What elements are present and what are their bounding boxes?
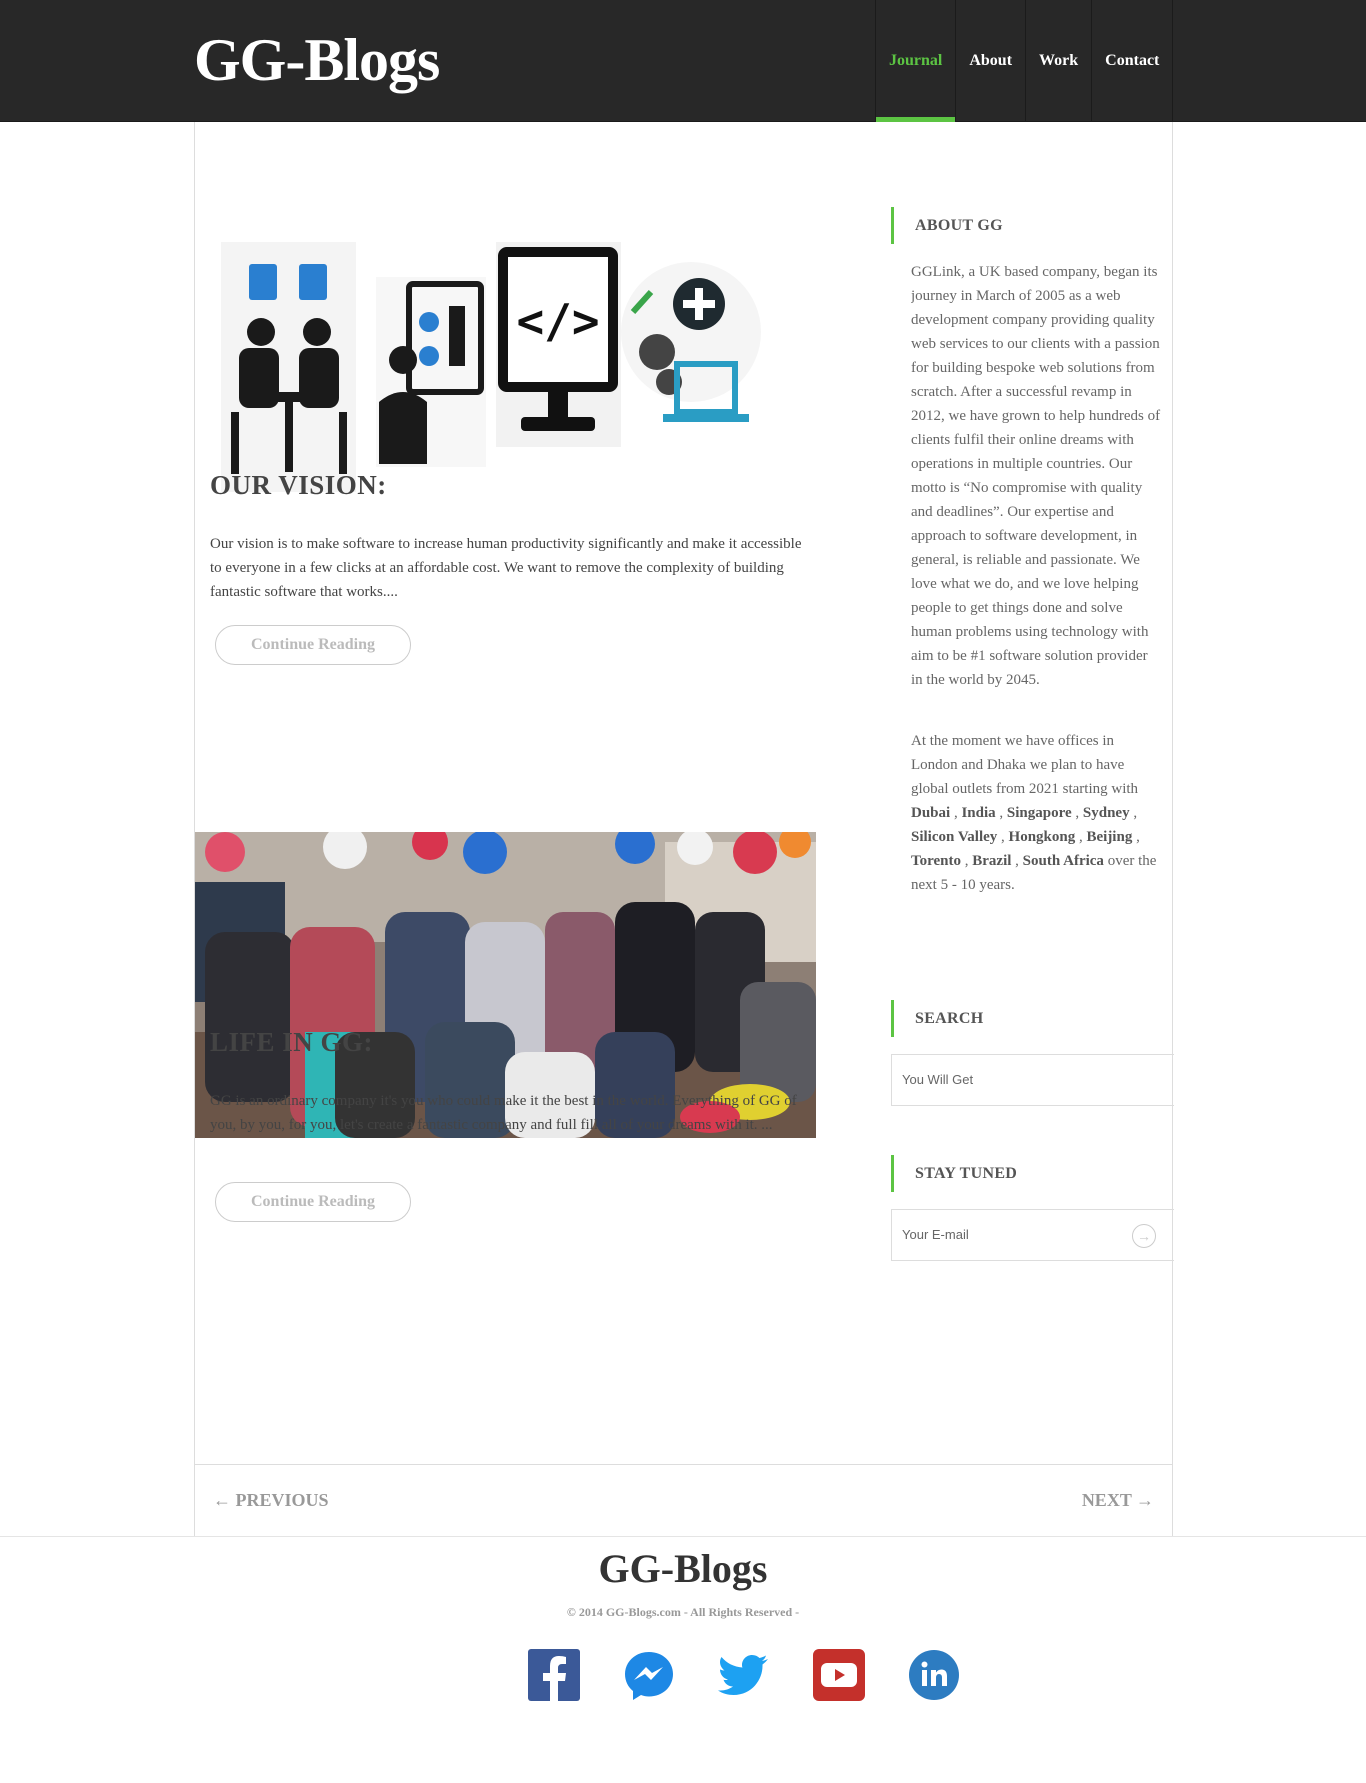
city: India xyxy=(961,805,996,821)
offices-line: global outlets from 2021 starting with xyxy=(911,781,1139,797)
email-placeholder: Your E-mail xyxy=(902,1227,969,1242)
about-line: general, is reliable and passionate. We xyxy=(911,552,1140,568)
vision-illustration: </> xyxy=(221,242,761,492)
city: Beijing xyxy=(1086,829,1133,845)
about-line: approach to software development, in xyxy=(911,528,1138,544)
about-line: scratch. After a successful revamp in xyxy=(911,384,1132,400)
about-line: web services to our clients with a passi… xyxy=(911,336,1160,352)
about-line: people to get things done and solve xyxy=(911,600,1123,616)
offices-outro: over the xyxy=(1107,853,1157,869)
nav-about[interactable]: About xyxy=(956,0,1027,122)
post-title[interactable]: OUR VISION: xyxy=(210,470,387,501)
offices-line: London and Dhaka we plan to have xyxy=(911,757,1125,773)
city: South Africa xyxy=(1022,853,1104,869)
about-line: love what we do, and we love helping xyxy=(911,576,1139,592)
twitter-icon[interactable] xyxy=(718,1649,770,1701)
svg-text:</>: </> xyxy=(516,294,599,348)
about-line: operations in multiple countries. Our xyxy=(911,456,1133,472)
about-line: clients fulfil their online dreams with xyxy=(911,432,1134,448)
search-input[interactable]: You Will Get xyxy=(891,1054,1174,1106)
main-content: </> OUR VISION: Our vision is to make so… xyxy=(194,122,1174,1464)
copyright: © 2014 GG-Blogs.com - All Rights Reserve… xyxy=(566,1605,800,1619)
city: Hongkong xyxy=(1008,829,1076,845)
previous-link[interactable]: ← PREVIOUS xyxy=(213,1490,329,1511)
facebook-icon[interactable] xyxy=(528,1649,580,1701)
nav-work[interactable]: Work xyxy=(1026,0,1093,122)
gears-laptop-icon xyxy=(621,262,761,422)
offices-text: At the moment we have offices in London … xyxy=(911,729,1174,897)
main-nav: Journal About Work Contact xyxy=(875,0,1366,122)
presenter-icon xyxy=(376,277,486,467)
offices-line: next 5 - 10 years. xyxy=(911,877,1015,893)
about-line: for building bespoke web solutions from xyxy=(911,360,1155,376)
about-line: aim to be #1 software solution provider xyxy=(911,648,1148,664)
about-line: in the world by 2045. xyxy=(911,672,1040,688)
continue-reading-button[interactable]: Continue Reading xyxy=(215,625,411,665)
linkedin-icon[interactable] xyxy=(908,1649,960,1701)
about-text: GGLink, a UK based company, began its jo… xyxy=(911,260,1174,692)
next-link[interactable]: NEXT → xyxy=(1082,1490,1154,1511)
about-line: human problems using technology with xyxy=(911,624,1149,640)
about-heading: ABOUT GG xyxy=(891,207,1091,244)
city: Silicon Valley xyxy=(911,829,998,845)
post-excerpt: Our vision is to make software to increa… xyxy=(210,536,802,600)
meeting-icon xyxy=(221,242,356,492)
arrow-right-icon[interactable]: → xyxy=(1132,1224,1156,1248)
post-excerpt: GG is an ordinary company it's you who c… xyxy=(210,1093,797,1133)
offices-line: At the moment we have offices in xyxy=(911,733,1114,749)
about-line: journey in March of 2005 as a web xyxy=(911,288,1121,304)
continue-reading-button[interactable]: Continue Reading xyxy=(215,1182,411,1222)
newsletter-heading: STAY TUNED xyxy=(891,1155,1091,1192)
city: Torento xyxy=(911,853,962,869)
about-line: GGLink, a UK based company, began its xyxy=(911,264,1158,280)
post-title[interactable]: LIFE IN GG: xyxy=(210,1027,373,1058)
city: Singapore xyxy=(1006,805,1072,821)
city: Dubai xyxy=(911,805,951,821)
search-heading: SEARCH xyxy=(891,1000,1091,1037)
footer-logo[interactable]: GG-Blogs xyxy=(0,1545,1366,1592)
offices-line: Silicon Valley , Hongkong , Beijing , xyxy=(911,829,1140,845)
about-line: and deadlines”. Our expertise and xyxy=(911,504,1114,520)
about-line: motto is “No compromise with quality xyxy=(911,480,1143,496)
offices-line: Torento , Brazil , South Africa over the xyxy=(911,853,1157,869)
city: Sydney xyxy=(1082,805,1130,821)
city: Brazil xyxy=(972,853,1012,869)
about-line: 2012, we have grown to help hundreds of xyxy=(911,408,1161,424)
nav-journal[interactable]: Journal xyxy=(876,0,957,122)
offices-line: Dubai , India , Singapore , Sydney , xyxy=(911,805,1138,821)
social-links xyxy=(528,1649,960,1701)
site-logo[interactable]: GG-Blogs xyxy=(194,22,440,98)
about-line: development company providing quality xyxy=(911,312,1155,328)
messenger-icon[interactable] xyxy=(623,1649,675,1701)
youtube-icon[interactable] xyxy=(813,1649,865,1701)
footer-divider xyxy=(0,1536,1366,1537)
code-monitor-icon: </> xyxy=(496,242,621,447)
email-field[interactable]: Your E-mail → xyxy=(891,1209,1174,1261)
site-header: GG-Blogs Journal About Work Contact xyxy=(0,0,1366,122)
pagination: ← PREVIOUS NEXT → xyxy=(194,1464,1173,1536)
nav-contact[interactable]: Contact xyxy=(1092,0,1174,122)
